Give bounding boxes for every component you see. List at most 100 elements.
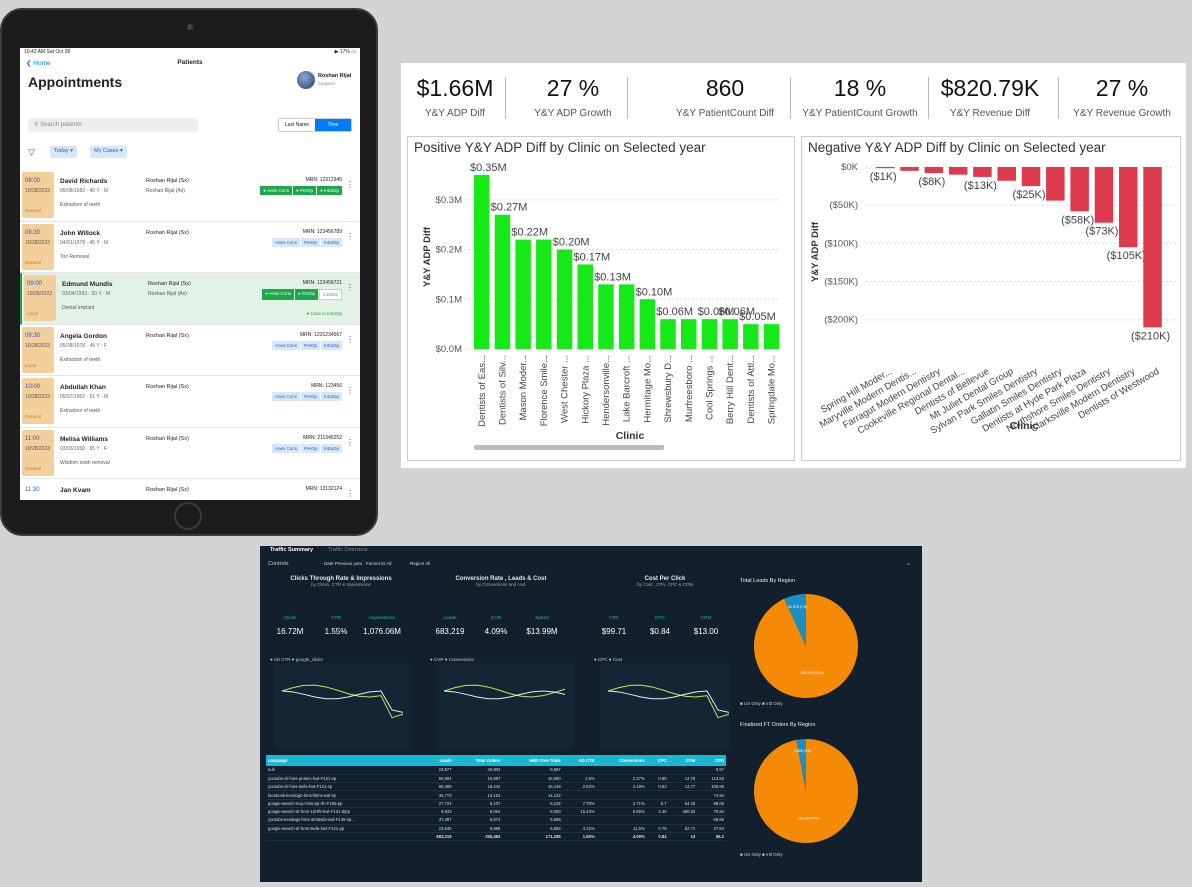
table-cell: 2.03% xyxy=(562,782,597,792)
column-header[interactable]: AD CTR xyxy=(562,755,597,766)
traffic-kpi-value: $13.00 xyxy=(693,627,719,636)
more-icon[interactable]: ⋮ xyxy=(346,180,354,189)
column-header[interactable]: CPO xyxy=(697,755,726,766)
appointment-date: 10/28/2023 xyxy=(25,239,51,246)
sort-last-name[interactable]: Last Name xyxy=(279,119,315,131)
table-cell: 74.94 xyxy=(697,790,726,800)
stage-pill[interactable]: IntraOp xyxy=(318,289,342,300)
stage-pill[interactable]: IntraOp xyxy=(320,340,342,350)
table-row[interactable]: google-search-mqc-hms-pp-rfn-F185-pp 27,7… xyxy=(266,799,726,809)
more-icon[interactable]: ⋮ xyxy=(346,438,354,447)
avatar[interactable] xyxy=(297,71,315,89)
filter-date[interactable]: Date Previous year xyxy=(324,561,362,566)
stage-pill[interactable]: Anes Cons xyxy=(271,237,300,247)
stage-pill[interactable]: PreOp xyxy=(300,237,320,247)
more-icon[interactable]: ⋮ xyxy=(346,386,354,395)
pie-title: Total Leads By Region xyxy=(740,578,796,584)
filter-today[interactable]: Today ▾ xyxy=(50,146,77,158)
table-cell: 108.66 xyxy=(697,782,726,792)
column-header[interactable]: HMS Free Trials xyxy=(502,755,563,766)
table-cell xyxy=(562,815,597,825)
table-row[interactable]: youtube-dr-hms-protein-hwt-F121-sp 59,894… xyxy=(266,774,726,784)
table-cell: 3.45 xyxy=(646,807,669,817)
kpi-divider xyxy=(1058,77,1059,119)
chevron-down-icon[interactable]: ⌄ xyxy=(906,560,911,567)
column-header[interactable]: CPM xyxy=(668,755,698,766)
stage-pill[interactable]: IntraOp xyxy=(320,237,342,247)
table-row[interactable]: google-search-dr-hms-10Hf5-hwt-F121-dtpp… xyxy=(266,807,726,817)
stage-pill[interactable]: PreOp xyxy=(300,340,320,350)
stage-pill[interactable]: PreOp xyxy=(300,392,320,401)
appointment-row[interactable]: 10:00 10/28/2023 General Abdullah Khan 05/07… xyxy=(20,376,360,428)
stage-pill[interactable]: PreOp xyxy=(300,443,320,453)
column-header[interactable]: campaign xyxy=(266,755,421,766)
x-axis-label: Clinic xyxy=(1010,420,1039,432)
bar xyxy=(973,167,992,177)
appointment-row[interactable]: 09:00 10/28/2023 Local Edmund Mundis 03/04/1… xyxy=(20,273,360,325)
x-tick-label: Dentists of Silv... xyxy=(497,355,508,425)
data-label: $0.10M xyxy=(636,286,673,298)
table-row[interactable]: youtube-kendags-hms-amt5wfa-waf-F145-sp.… xyxy=(266,815,726,825)
filter-region[interactable]: Region All xyxy=(410,561,430,566)
tab-traffic-summary[interactable]: Traffic Summary xyxy=(270,547,313,553)
table-row[interactable]: youtube-dr-hms-5wfa-hwt-F121-sp 69,389 18,… xyxy=(266,782,726,792)
pie-data-label: 4,888 (3%) xyxy=(794,749,811,753)
bar xyxy=(948,167,968,175)
x-tick-label: Florence Smile... xyxy=(539,355,550,426)
stage-pill[interactable]: Anes Cons xyxy=(271,443,300,453)
mrn-label: MRN: 211345252 xyxy=(303,434,342,441)
camera xyxy=(187,24,193,30)
column-header[interactable]: CPC xyxy=(646,755,669,766)
appointment-row[interactable]: 11:00 10/28/2023 General Melisa Williams 03/… xyxy=(20,428,360,479)
table-row[interactable]: google-search-dr-hms-5wfa-hwt-F121-pp 23,… xyxy=(266,824,726,833)
appointment-row[interactable]: 08:00 10/28/2023 General David Richards 05/0… xyxy=(20,170,360,222)
kpi-card: 27 % Y&Y ADP Growth xyxy=(523,75,623,119)
surgeon: Roshan Rijal (Sx) xyxy=(146,487,189,493)
more-icon[interactable]: ⋮ xyxy=(346,489,354,498)
status-time: 10:42 AM Sat Oct 28 xyxy=(24,49,71,55)
column-header[interactable]: Conversions xyxy=(596,755,647,766)
stage-pill[interactable]: ● Anes Cons xyxy=(260,186,293,195)
bar xyxy=(1143,167,1162,328)
table-row[interactable]: facebook-kendogo-hms-fBrnr-waf-sp 45,773 1… xyxy=(266,790,726,800)
filter-my-cases[interactable]: My Cases ▾ xyxy=(90,146,127,158)
table-cell: 8,867 xyxy=(502,766,563,775)
procedure: Wisdom tooth removal xyxy=(60,459,110,466)
surgeon: Roshan Rijal (Sx) xyxy=(146,384,189,390)
stage-pill[interactable]: ● PreOp xyxy=(293,186,317,195)
kpi-value: $1.66M xyxy=(416,75,494,101)
appointment-row[interactable]: 08:30 10/28/2023 General John Willock 04/01/… xyxy=(20,222,360,273)
data-label: ($210K) xyxy=(1131,330,1170,342)
sort-segmented-control[interactable]: Last Name Time xyxy=(278,118,352,132)
stage-pill[interactable]: Anes Cons xyxy=(271,340,300,350)
data-label: $0.17M xyxy=(574,251,611,263)
search-input[interactable]: ⚲ Search patients xyxy=(28,118,198,132)
stage-pill[interactable]: ● PreOp xyxy=(295,289,318,300)
table-row[interactable]: null 23,577 40,903 8,867 0.57 xyxy=(266,766,726,775)
more-icon[interactable]: ⋮ xyxy=(346,283,354,292)
column-header[interactable]: Leads xyxy=(420,755,454,766)
procedure: Tori Removal xyxy=(60,253,90,260)
table-cell: 1.5% xyxy=(562,774,597,784)
sort-time[interactable]: Time xyxy=(315,119,351,131)
patient-dob: 04/01/1978 · 45 Y · M xyxy=(60,239,109,246)
table-cell: google-search-mqc-hms-pp-rfn-F185-pp xyxy=(266,799,421,809)
appointment-row[interactable]: 09:30 10/28/2023 Local Angela Gordon 05/28/1… xyxy=(20,325,360,376)
tab-traffic-overview[interactable]: Traffic Overview xyxy=(328,547,367,553)
appointment-row[interactable]: 11:30 Jan Kvam Roshan Rijal (Sx) MRN: 12132… xyxy=(20,479,360,500)
stage-pill[interactable]: ● IntraOp xyxy=(317,186,342,195)
filter-icon[interactable]: ▽ xyxy=(28,147,35,158)
table-cell: 5.86% xyxy=(596,807,647,817)
more-icon[interactable]: ⋮ xyxy=(346,232,354,241)
stage-pill[interactable]: IntraOp xyxy=(320,443,342,453)
stage-pill[interactable]: IntraOp xyxy=(320,392,342,401)
stage-pill[interactable]: ● Anes Cons xyxy=(262,289,294,300)
data-label: ($105K) xyxy=(1107,250,1146,262)
x-tick-label: Shrewsbury D... xyxy=(663,355,674,423)
more-icon[interactable]: ⋮ xyxy=(346,335,354,344)
filter-funnel[interactable]: Funnel ID All xyxy=(366,561,392,566)
anesthesia-tag: General xyxy=(25,259,42,265)
stage-pill[interactable]: Anes Cons xyxy=(271,392,300,401)
column-header[interactable]: Total Orders xyxy=(453,755,503,766)
home-button[interactable] xyxy=(174,502,202,530)
